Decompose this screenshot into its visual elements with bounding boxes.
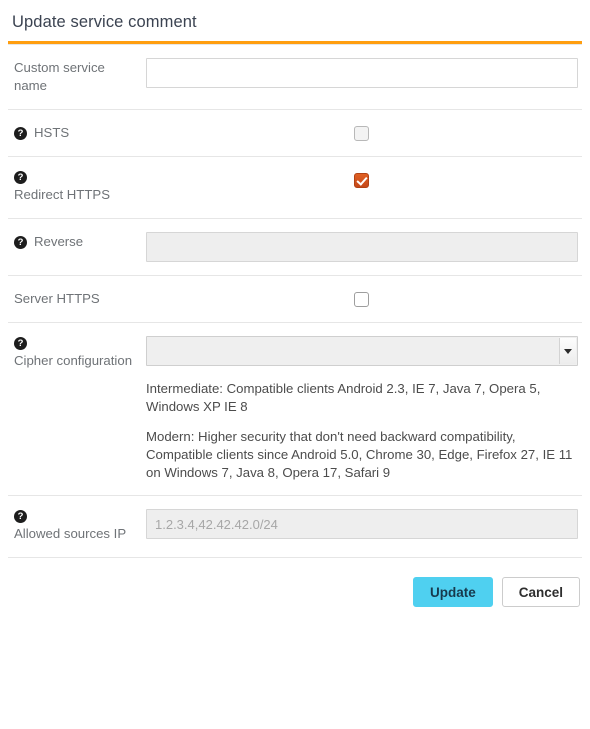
- server-https-checkbox-wrap: [146, 289, 576, 309]
- cipher-help-intermediate: Intermediate: Compatible clients Android…: [146, 381, 541, 414]
- help-icon[interactable]: ?: [14, 236, 27, 250]
- row-label-custom-service-name: Custom service name: [8, 45, 146, 109]
- row-label-redirect-https: ? Redirect HTTPS: [8, 157, 146, 218]
- row-field-hsts: [146, 110, 582, 156]
- help-icon[interactable]: ?: [14, 510, 27, 523]
- cipher-configuration-select[interactable]: [146, 336, 578, 366]
- row-label-reverse: ? Reverse: [8, 219, 146, 265]
- help-icon[interactable]: ?: [14, 127, 27, 141]
- row-field-server-https: [146, 276, 582, 322]
- update-button[interactable]: Update: [412, 577, 493, 607]
- cancel-button[interactable]: Cancel: [501, 577, 580, 607]
- row-field-custom-service-name: [146, 45, 584, 101]
- hsts-checkbox-wrap: [146, 123, 576, 143]
- form-row-redirect-https: ? Redirect HTTPS: [8, 157, 582, 219]
- form-row-custom-service-name: Custom service name: [8, 44, 582, 110]
- form-row-reverse: ? Reverse: [8, 219, 582, 276]
- form-row-server-https: Server HTTPS: [8, 276, 582, 323]
- reverse-label: Reverse: [34, 234, 84, 249]
- row-field-reverse: [146, 219, 584, 275]
- row-field-redirect-https: [146, 157, 582, 203]
- row-field-cipher-configuration: Intermediate: Compatible clients Android…: [146, 323, 586, 495]
- allowed-sources-ip-label: Allowed sources IP: [14, 526, 127, 541]
- custom-service-name-input[interactable]: [146, 58, 578, 88]
- row-label-allowed-sources-ip: ? Allowed sources IP: [8, 496, 146, 557]
- page-title: Update service comment: [12, 13, 197, 31]
- server-https-checkbox[interactable]: [354, 291, 369, 307]
- form-footer: Update Cancel: [0, 558, 590, 607]
- cipher-configuration-label: Cipher configuration: [14, 353, 133, 368]
- chevron-down-icon[interactable]: [559, 338, 576, 364]
- row-label-hsts: ? HSTS: [8, 110, 146, 156]
- form-rows: Custom service name ? HSTS ? Redirect HTT…: [8, 44, 582, 558]
- help-icon[interactable]: ?: [14, 337, 27, 350]
- allowed-sources-ip-input: [146, 509, 578, 539]
- update-service-comment-form: Update service comment Custom service na…: [0, 0, 590, 607]
- redirect-https-checkbox[interactable]: [354, 172, 369, 188]
- hsts-label: HSTS: [34, 125, 70, 140]
- redirect-https-checkbox-wrap: [146, 170, 576, 190]
- cipher-help-modern: Modern: Higher security that don't need …: [146, 429, 573, 480]
- form-row-allowed-sources-ip: ? Allowed sources IP: [8, 496, 582, 558]
- custom-service-name-label: Custom service name: [14, 60, 105, 93]
- hsts-checkbox[interactable]: [354, 125, 369, 141]
- redirect-https-label: Redirect HTTPS: [14, 187, 110, 202]
- form-row-cipher-configuration: ? Cipher configuration Intermediate: Com…: [8, 323, 582, 496]
- row-label-server-https: Server HTTPS: [8, 276, 146, 322]
- server-https-label: Server HTTPS: [14, 291, 100, 306]
- reverse-input: [146, 232, 578, 262]
- help-icon[interactable]: ?: [14, 171, 27, 184]
- form-row-hsts: ? HSTS: [8, 110, 582, 157]
- row-label-cipher-configuration: ? Cipher configuration: [8, 323, 146, 384]
- cipher-configuration-help-text: Intermediate: Compatible clients Android…: [146, 380, 580, 482]
- row-field-allowed-sources-ip: [146, 496, 584, 552]
